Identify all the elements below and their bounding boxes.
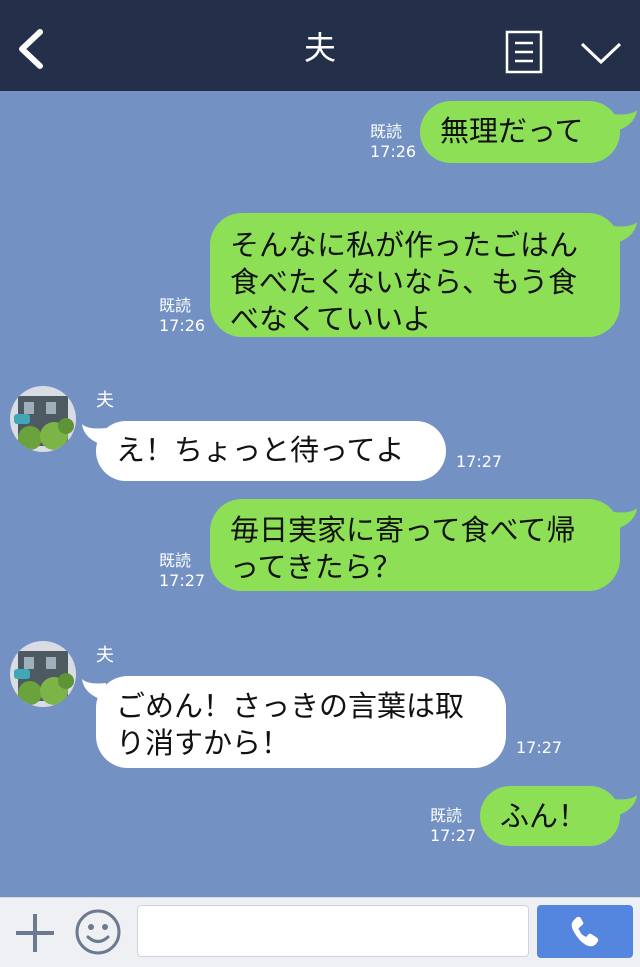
- collapse-button[interactable]: [578, 38, 624, 68]
- message-meta: 既読 17:27: [159, 551, 205, 591]
- bubble-tail: [613, 508, 637, 530]
- avatar[interactable]: [10, 641, 76, 707]
- chevron-down-icon: [580, 42, 622, 65]
- menu-button[interactable]: [505, 30, 543, 74]
- contact-avatar-image: [10, 386, 76, 452]
- sender-name: 夫: [96, 390, 114, 411]
- message-bubble-received[interactable]: え！ちょっと待ってよ: [96, 421, 446, 481]
- message-meta: 既読 17:27: [430, 806, 476, 846]
- sender-name: 夫: [96, 645, 114, 666]
- timestamp: 17:26: [370, 142, 417, 161]
- emoji-button[interactable]: [74, 908, 122, 956]
- bubble-tail: [613, 110, 637, 132]
- message-meta: 既読 17:26: [370, 122, 416, 162]
- plus-icon: [16, 914, 54, 952]
- bubble-tail: [613, 795, 637, 817]
- message-bubble-sent[interactable]: 無理だって: [420, 101, 620, 163]
- read-receipt: 既読: [159, 296, 192, 315]
- message-input-bar: [0, 897, 640, 967]
- phone-icon: [571, 917, 599, 947]
- timestamp: 17:27: [516, 738, 563, 757]
- message-bubble-sent[interactable]: ふん！: [480, 786, 620, 846]
- message-input[interactable]: [137, 905, 529, 957]
- timestamp: 17:27: [159, 571, 206, 590]
- chat-title: 夫: [303, 29, 336, 67]
- message-bubble-sent[interactable]: そんなに私が作ったごはん 食べたくないなら、もう食 べなくていいよ: [210, 213, 620, 337]
- timestamp: 17:27: [430, 826, 477, 845]
- message-meta: 既読 17:26: [159, 296, 205, 336]
- message-bubble-sent[interactable]: 毎日実家に寄って食べて帰 ってきたら？: [210, 499, 620, 591]
- call-button[interactable]: [537, 905, 633, 958]
- bubble-tail: [613, 222, 637, 244]
- message-bubble-received[interactable]: ごめん！さっきの言葉は取 り消すから！: [96, 676, 506, 768]
- contact-avatar-image: [10, 641, 76, 707]
- menu-icon: [505, 30, 543, 74]
- timestamp: 17:27: [456, 452, 503, 471]
- read-receipt: 既読: [430, 806, 463, 825]
- chat-header: 夫: [0, 0, 640, 91]
- add-attachment-button[interactable]: [14, 912, 56, 954]
- read-receipt: 既読: [159, 551, 192, 570]
- timestamp: 17:26: [159, 316, 206, 335]
- read-receipt: 既読: [370, 122, 403, 141]
- emoji-icon: [75, 909, 121, 955]
- avatar[interactable]: [10, 386, 76, 452]
